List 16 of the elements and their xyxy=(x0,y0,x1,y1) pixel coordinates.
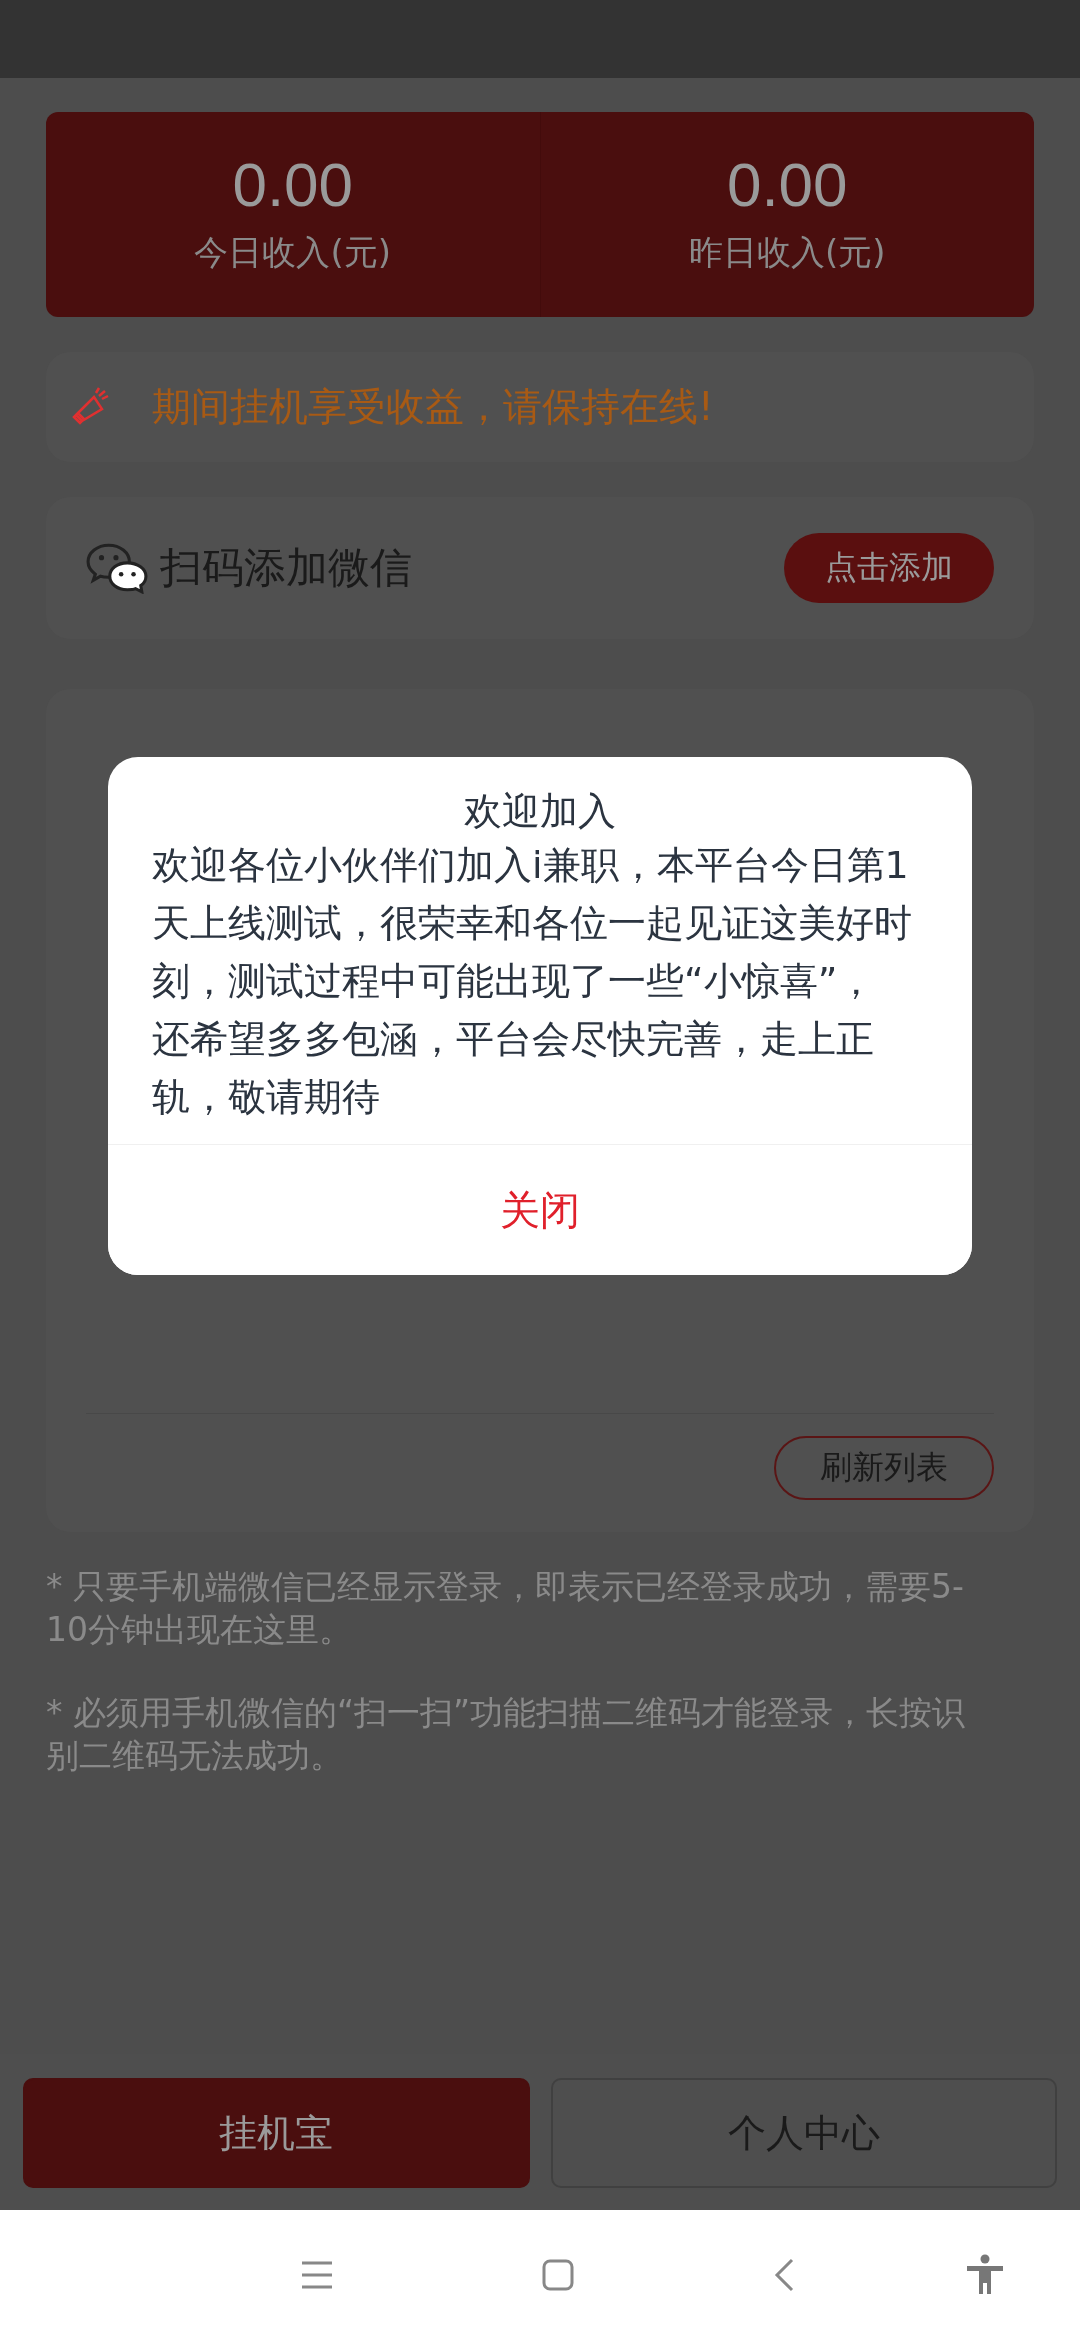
notice-text: 期间挂机享受收益，请保持在线! xyxy=(152,383,714,431)
earnings-label: 今日收入(元) xyxy=(194,230,391,274)
chat-bubbles-icon xyxy=(86,542,148,594)
dialog-message: 欢迎各位小伙伴们加入i兼职，本平台今日第1天上线测试，很荣幸和各位一起见证这美好时刻，测试过程中可能出现了一些“小惊喜”，还希望多多包涵，平台会尽快完善，走上正轨，敬请期待 xyxy=(151,842,913,1122)
accessibility-icon[interactable] xyxy=(966,2254,1004,2296)
earnings-label: 昨日收入(元) xyxy=(689,230,886,274)
add-button[interactable]: 点击添加 xyxy=(784,533,994,603)
menu-icon[interactable] xyxy=(300,2260,334,2290)
earnings-value: 0.00 xyxy=(726,153,848,216)
back-icon[interactable] xyxy=(774,2258,794,2292)
earnings-value: 0.00 xyxy=(232,153,354,216)
dialog-title: 欢迎加入 xyxy=(463,788,617,835)
note-text: * 只要手机端微信已经显示登录，即表示已经登录成功，需要5-10分钟出现在这里。 xyxy=(46,1566,965,1651)
note-text: * 必须用手机微信的“扫一扫”功能扫描二维码才能登录，长按识别二维码无法成功。 xyxy=(46,1691,967,1777)
home-icon[interactable] xyxy=(542,2259,574,2291)
tab[interactable]: 挂机宝 xyxy=(23,2078,530,2188)
